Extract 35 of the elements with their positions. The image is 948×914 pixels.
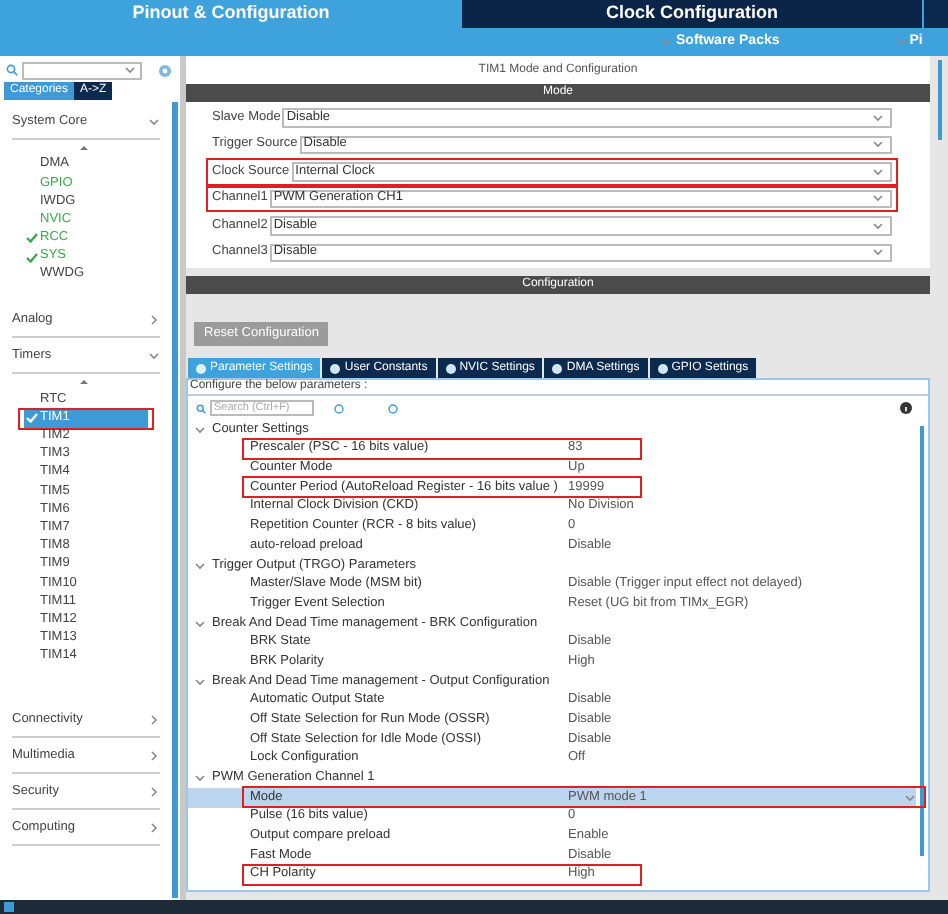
chevron-icon bbox=[194, 423, 206, 436]
dropdown-caret-icon bbox=[872, 192, 884, 205]
dropdown-caret-icon bbox=[872, 219, 884, 232]
chevron-icon bbox=[148, 785, 160, 798]
top-tab[interactable]: Clock Configuration bbox=[462, 0, 924, 28]
chevron-icon bbox=[194, 772, 206, 785]
chevron-icon bbox=[148, 821, 160, 834]
info-icon[interactable] bbox=[900, 402, 912, 414]
settings-icon[interactable] bbox=[158, 63, 172, 77]
dropdown-caret-icon bbox=[872, 138, 884, 151]
chevron-icon bbox=[148, 349, 160, 362]
chevron-icon bbox=[148, 713, 160, 726]
dropdown-caret-icon bbox=[872, 165, 884, 178]
scrollbar[interactable] bbox=[172, 102, 178, 898]
chevron-icon bbox=[148, 115, 160, 127]
dropdown-caret-icon bbox=[872, 246, 884, 259]
dropdown-caret-icon bbox=[124, 64, 136, 76]
chevron-icon bbox=[194, 617, 206, 630]
scrollbar[interactable] bbox=[937, 60, 941, 140]
scrollbar[interactable] bbox=[920, 426, 924, 856]
chevron-icon bbox=[148, 313, 160, 326]
collapse-icon[interactable] bbox=[388, 403, 398, 413]
search-field[interactable] bbox=[22, 61, 142, 79]
chevron-icon bbox=[895, 36, 908, 48]
search-icon bbox=[6, 64, 18, 76]
search-icon bbox=[196, 403, 206, 413]
scroll-up-icon bbox=[80, 144, 88, 152]
chevron-icon bbox=[194, 675, 206, 688]
chevron-icon bbox=[194, 559, 206, 572]
expand-icon[interactable] bbox=[334, 403, 344, 413]
dropdown-caret-icon bbox=[872, 111, 884, 124]
dropdown-caret-icon bbox=[904, 791, 916, 804]
check-icon bbox=[25, 412, 37, 425]
chevron-icon bbox=[660, 36, 672, 48]
chevron-icon bbox=[148, 749, 160, 762]
